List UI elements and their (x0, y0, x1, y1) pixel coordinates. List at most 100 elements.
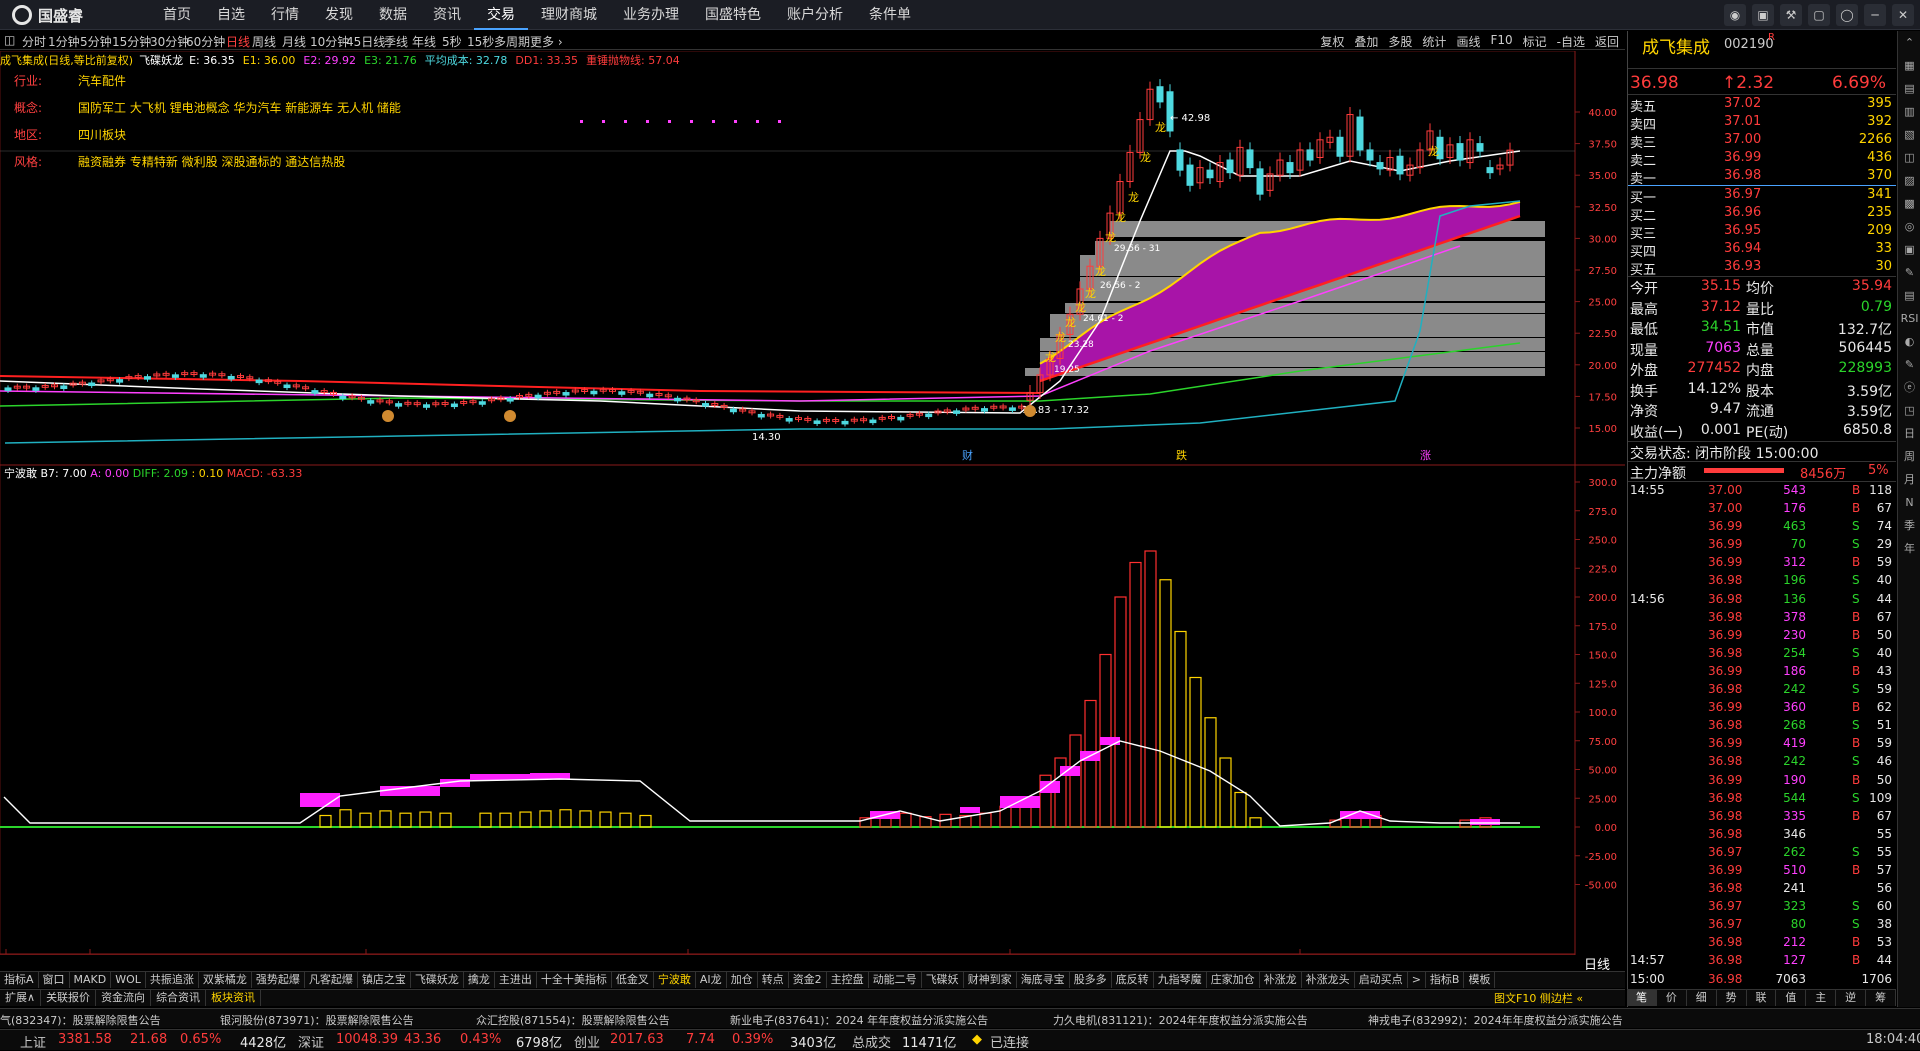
tool-0[interactable]: 复权 (1320, 33, 1344, 50)
indicator-tab-22[interactable]: 财神到家 (964, 972, 1017, 988)
tool-4[interactable]: 画线 (1456, 33, 1480, 50)
tool-5[interactable]: F10 (1490, 33, 1512, 50)
window-button-1-icon[interactable]: ▣ (1752, 4, 1774, 26)
indicator-tab-13[interactable]: 低金叉 (612, 972, 654, 988)
sidebar-button-2-icon[interactable]: ▤ (1898, 77, 1920, 100)
sidebar-button-4-icon[interactable]: ▧ (1898, 123, 1920, 146)
period-16[interactable]: 更多 › (530, 33, 563, 50)
quote-tab-7[interactable]: 逆 (1836, 990, 1867, 1006)
menu-item-0[interactable]: 首页 (150, 0, 204, 30)
indicator-tab-15[interactable]: AI龙 (696, 972, 727, 988)
period-9[interactable]: 10分钟 (310, 33, 349, 50)
sidebar-button-0-icon[interactable]: ⌃ (1898, 31, 1920, 54)
sidebar-button-22-icon[interactable]: 年 (1898, 537, 1920, 560)
info-tab-0[interactable]: 扩展∧ (0, 990, 42, 1006)
kline-chart[interactable]: 40.00 37.50 35.00 32.50 30.00 27.50 25.00 22.50… (0, 51, 1625, 955)
period-15[interactable]: 多周期 (494, 33, 530, 50)
period-4[interactable]: 30分钟 (150, 33, 189, 50)
indicator-tab-1[interactable]: 窗口 (39, 972, 70, 988)
menu-item-11[interactable]: 条件单 (856, 0, 924, 30)
window-button-5-icon[interactable]: ─ (1864, 4, 1886, 26)
sidebar-button-6-icon[interactable]: ▨ (1898, 169, 1920, 192)
window-button-4-icon[interactable]: ◯ (1836, 4, 1858, 26)
tool-3[interactable]: 统计 (1422, 33, 1446, 50)
indicator-tab-31[interactable]: > (1408, 972, 1426, 988)
indicator-tab-4[interactable]: 共振追涨 (146, 972, 199, 988)
tick-list[interactable]: 14:55 37.00 543 B 118 37.00 176 B 67 36.99 463 S 74 3… (1628, 481, 1896, 989)
period-2[interactable]: 5分钟 (80, 33, 112, 50)
indicator-tab-29[interactable]: 补涨龙头 (1302, 972, 1355, 988)
sidebar-button-8-icon[interactable]: ◎ (1898, 215, 1920, 238)
quote-tab-0[interactable]: 笔 (1627, 990, 1657, 1006)
sidebar-button-9-icon[interactable]: ▣ (1898, 238, 1920, 261)
layout-icon[interactable]: ◫ (4, 33, 15, 47)
info-tab-1[interactable]: 关联报价 (41, 990, 97, 1006)
indicator-tab-12[interactable]: 十全十美指标 (537, 972, 612, 988)
indicator-tab-18[interactable]: 资金2 (789, 972, 827, 988)
period-8[interactable]: 月线 (282, 33, 306, 50)
menu-item-3[interactable]: 发现 (312, 0, 366, 30)
tool-1[interactable]: 叠加 (1354, 33, 1378, 50)
window-button-6-icon[interactable]: ✕ (1892, 4, 1914, 26)
indicator-tab-10[interactable]: 擒龙 (464, 972, 495, 988)
news-item[interactable]: 众汇控股(871554)：股票解除限售公告 (476, 1012, 670, 1028)
sidebar-button-12-icon[interactable]: RSI (1898, 307, 1920, 330)
tool-2[interactable]: 多股 (1388, 33, 1412, 50)
sidebar-button-5-icon[interactable]: ◫ (1898, 146, 1920, 169)
menu-item-7[interactable]: 理财商城 (528, 0, 610, 30)
menu-item-4[interactable]: 数据 (366, 0, 420, 30)
indicator-tab-26[interactable]: 九指琴魔 (1154, 972, 1207, 988)
indicator-tab-3[interactable]: WOL (111, 972, 146, 988)
indicator-tab-16[interactable]: 加仓 (727, 972, 758, 988)
quote-tab-5[interactable]: 值 (1776, 990, 1807, 1006)
indicator-tab-14[interactable]: 宁波敢 (654, 972, 696, 988)
quote-tab-6[interactable]: 主 (1806, 990, 1837, 1006)
quote-tab-2[interactable]: 细 (1687, 990, 1717, 1006)
indicator-tab-33[interactable]: 模板 (1464, 972, 1496, 988)
menu-item-9[interactable]: 国盛特色 (692, 0, 774, 30)
indicator-tab-27[interactable]: 庄家加仓 (1207, 972, 1260, 988)
menu-item-10[interactable]: 账户分析 (774, 0, 856, 30)
indicator-tab-9[interactable]: 飞碟妖龙 (411, 972, 464, 988)
indicator-tab-23[interactable]: 海底寻宝 (1017, 972, 1070, 988)
sidebar-button-15-icon[interactable]: ⓔ (1898, 376, 1920, 399)
sidebar-button-16-icon[interactable]: ◳ (1898, 399, 1920, 422)
sidebar-button-1-icon[interactable]: ▦ (1898, 54, 1920, 77)
sidebar-button-7-icon[interactable]: ▩ (1898, 192, 1920, 215)
period-14[interactable]: 15秒 (467, 33, 494, 50)
indicator-tab-11[interactable]: 主进出 (495, 972, 537, 988)
period-12[interactable]: 年线 (412, 33, 436, 50)
window-button-0-icon[interactable]: ◉ (1724, 4, 1746, 26)
sidebar-button-3-icon[interactable]: ▥ (1898, 100, 1920, 123)
sidebar-button-18-icon[interactable]: 周 (1898, 445, 1920, 468)
indicator-tab-32[interactable]: 指标B (1426, 972, 1465, 988)
indicator-tab-21[interactable]: 飞碟妖 (922, 972, 964, 988)
info-tab-3[interactable]: 综合资讯 (151, 990, 207, 1006)
indicator-tab-5[interactable]: 双紫橘龙 (199, 972, 252, 988)
sidebar-button-14-icon[interactable]: ✎ (1898, 353, 1920, 376)
period-3[interactable]: 15分钟 (112, 33, 151, 50)
indicator-tab-17[interactable]: 转点 (758, 972, 789, 988)
period-11[interactable]: 季线 (384, 33, 408, 50)
quote-tab-8[interactable]: 筹 (1866, 990, 1897, 1006)
sidebar-button-13-icon[interactable]: ◐ (1898, 330, 1920, 353)
indicator-tab-28[interactable]: 补涨龙 (1260, 972, 1302, 988)
indicator-tab-2[interactable]: MAKD (70, 972, 112, 988)
sidebar-button-10-icon[interactable]: ✎ (1898, 261, 1920, 284)
tool-6[interactable]: 标记 (1523, 33, 1547, 50)
sidebar-button-19-icon[interactable]: 月 (1898, 468, 1920, 491)
news-item[interactable]: 银河股份(873971)：股票解除限售公告 (220, 1012, 414, 1028)
indicator-tab-25[interactable]: 底反转 (1112, 972, 1154, 988)
tool-8[interactable]: 返回 (1595, 33, 1619, 50)
quote-tab-1[interactable]: 价 (1657, 990, 1687, 1006)
period-5[interactable]: 60分钟 (186, 33, 225, 50)
menu-item-5[interactable]: 资讯 (420, 0, 474, 30)
window-button-2-icon[interactable]: ⚒ (1780, 4, 1802, 26)
cy-name[interactable]: 创业 (574, 1032, 600, 1051)
sidebar-button-17-icon[interactable]: 日 (1898, 422, 1920, 445)
indicator-tab-24[interactable]: 股多多 (1070, 972, 1112, 988)
quote-tab-4[interactable]: 联 (1747, 990, 1777, 1006)
news-item[interactable]: 新业电子(837641)：2024 年年度权益分派实施公告 (730, 1012, 988, 1028)
sh-name[interactable]: 上证 (20, 1032, 46, 1051)
indicator-tab-8[interactable]: 镇店之宝 (358, 972, 411, 988)
